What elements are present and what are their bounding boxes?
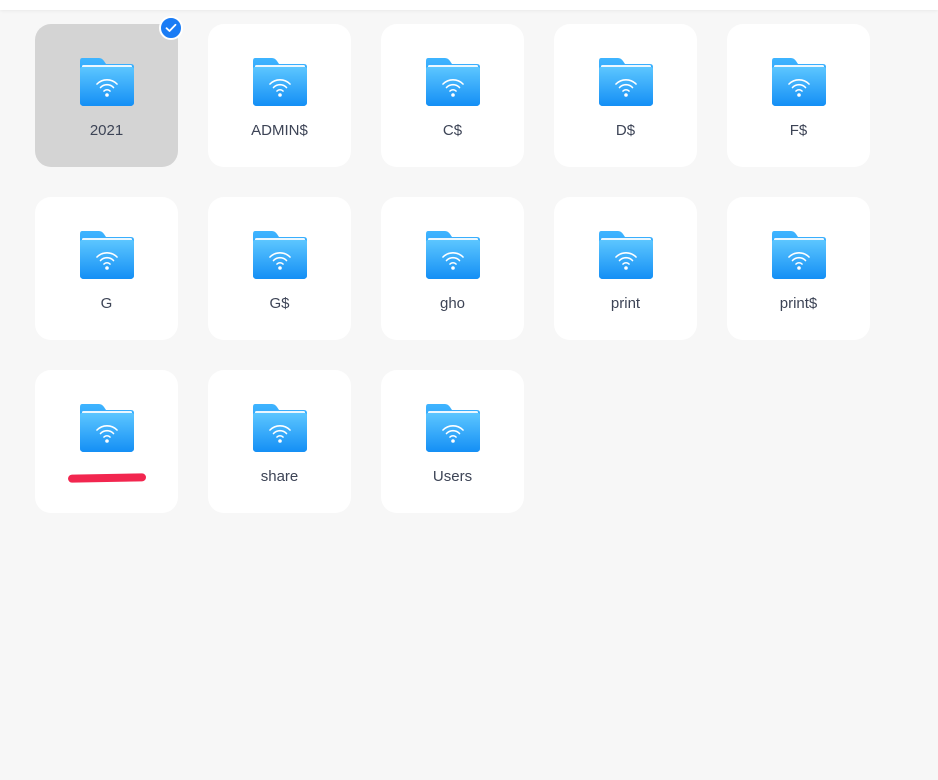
network-folder-icon: [770, 56, 828, 108]
network-folder-icon: [251, 402, 309, 454]
network-folder-icon: [770, 229, 828, 281]
folder-tile[interactable]: D$: [554, 24, 697, 167]
folder-label: G$: [269, 295, 290, 312]
folder-tile[interactable]: 2021: [35, 16, 183, 167]
top-bar: [0, 0, 938, 10]
network-folder-icon: [78, 56, 136, 108]
folder-tile[interactable]: C$: [381, 24, 524, 167]
folder-label: Users: [432, 468, 473, 485]
network-folder-icon: [424, 56, 482, 108]
folder-tile[interactable]: gho: [381, 197, 524, 340]
folder-tile[interactable]: ADMIN$: [208, 24, 351, 167]
folder-tile[interactable]: G: [35, 197, 178, 340]
network-folder-icon: [78, 402, 136, 454]
folder-label: print$: [779, 295, 818, 312]
folder-tile[interactable]: Users: [381, 370, 524, 513]
folder-label: share: [260, 468, 299, 485]
folder-label: ADMIN$: [251, 122, 308, 139]
folder-label: gho: [439, 295, 466, 312]
network-folder-icon: [251, 56, 309, 108]
folder-tile[interactable]: print: [554, 197, 697, 340]
redacted-label: [67, 473, 146, 483]
folder-label: D$: [615, 122, 636, 139]
folder-tile[interactable]: G$: [208, 197, 351, 340]
folder-tile[interactable]: share: [208, 370, 351, 513]
folder-label: G: [100, 295, 113, 312]
folder-label: F$: [789, 122, 808, 139]
network-folder-icon: [597, 229, 655, 281]
folder-grid: 2021 ADMIN$ C$ D$ F$ G G$ gho print prin…: [35, 16, 870, 513]
network-folder-icon: [251, 229, 309, 281]
network-folder-icon: [597, 56, 655, 108]
folder-tile[interactable]: print$: [727, 197, 870, 340]
folder-label: 2021: [89, 122, 124, 139]
folder-label: C$: [442, 122, 463, 139]
folder-label: print: [610, 295, 641, 312]
network-folder-icon: [78, 229, 136, 281]
network-folder-icon: [424, 402, 482, 454]
network-folder-icon: [424, 229, 482, 281]
folder-tile[interactable]: [35, 370, 178, 513]
checkmark-icon: [159, 16, 183, 40]
folder-tile[interactable]: F$: [727, 24, 870, 167]
